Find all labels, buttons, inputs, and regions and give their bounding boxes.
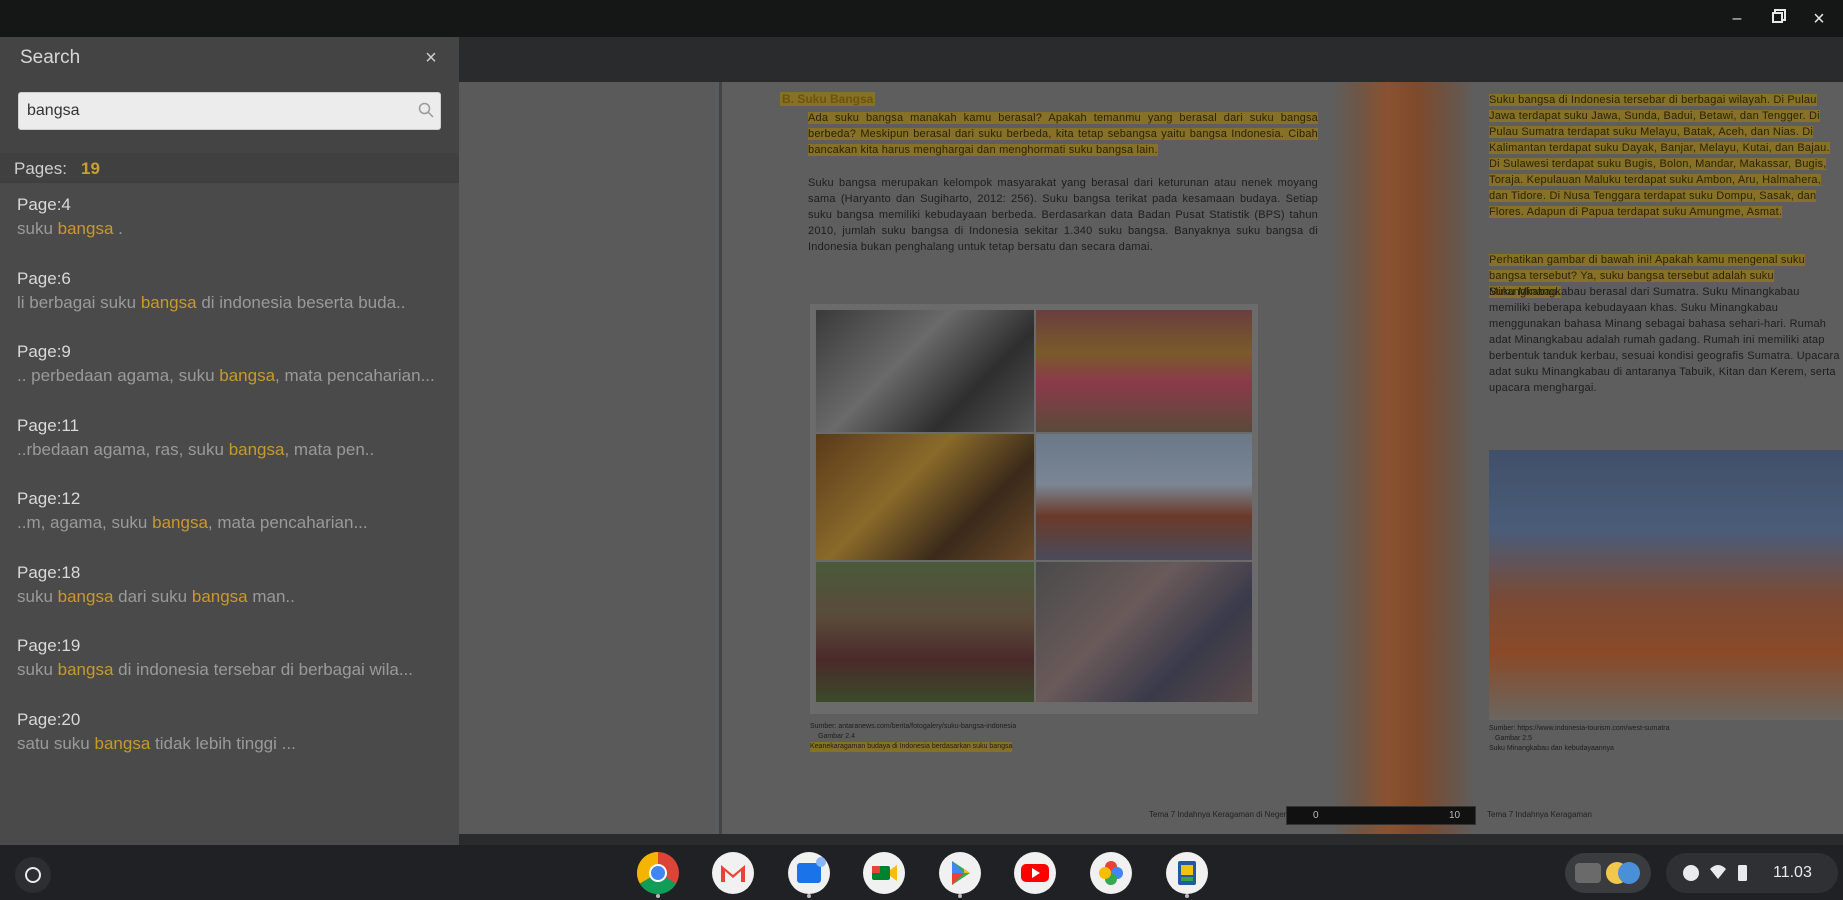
gmail-icon[interactable]	[711, 851, 755, 895]
result-page: Page:4	[17, 195, 71, 214]
play-store-icon[interactable]	[938, 851, 982, 895]
screen: – × B. Suku Bangsa Ada suku bangsa manak…	[0, 0, 1843, 900]
result-page: Page:20	[17, 709, 81, 729]
pager-end: 10	[1449, 810, 1461, 821]
search-box[interactable]	[18, 92, 441, 130]
results-count: 19	[81, 159, 100, 178]
result-page: Page:9	[17, 342, 71, 361]
search-title: Search	[20, 47, 81, 68]
running-indicator	[958, 894, 962, 898]
restore-icon[interactable]	[1768, 8, 1790, 30]
section-heading: B. Suku Bangsa	[780, 92, 876, 106]
files-icon[interactable]	[787, 851, 831, 895]
photo-women	[816, 434, 1034, 560]
clock: 11.03	[1773, 864, 1812, 881]
result-snippet: suku bangsa .	[17, 219, 123, 238]
caption-text: Suku Minangkabau dan kebudayaannya	[1489, 745, 1614, 752]
photo-crowd	[816, 310, 1034, 432]
window-titlebar: – ×	[0, 0, 1843, 37]
paragraph: Suku bangsa merupakan kelompok masyaraka…	[808, 177, 1318, 253]
book-page-left: B. Suku Bangsa Ada suku bangsa manakah k…	[719, 82, 1334, 834]
caption-text: Keanekaragaman budaya di Indonesia berda…	[810, 742, 1013, 752]
result-page: Page:12	[17, 489, 81, 508]
search-result[interactable]: Page:9 .. perbedaan agama, suku bangsa, …	[0, 338, 459, 412]
result-snippet: suku bangsa di indonesia tersebar di ber…	[17, 660, 413, 679]
page-slider[interactable]: 0 10	[1286, 806, 1476, 825]
results-count-bar: Pages: 19	[0, 153, 459, 183]
page-footer: Tema 7 Indahnya Keragaman di Negeriku 0 …	[459, 806, 1843, 826]
running-indicator	[656, 894, 660, 898]
running-indicator	[807, 894, 811, 898]
result-page: Page:19	[17, 636, 81, 655]
search-result[interactable]: Page:19 suku bangsa di indonesia terseba…	[0, 632, 459, 706]
reader-header	[459, 37, 1843, 82]
result-snippet: suku bangsa dari suku bangsa man..	[17, 586, 295, 606]
caption-source: Sumber: antaranews.com/berita/fotogalery…	[810, 723, 1017, 730]
minimize-icon[interactable]: –	[1726, 8, 1748, 30]
minangkabau-photo	[1489, 450, 1843, 720]
caption-label: Gambar 2.4	[818, 733, 855, 740]
chrome-icon[interactable]	[636, 851, 680, 895]
caption-source: Sumber: https://www.indonesia-tourism.co…	[1489, 725, 1670, 732]
youtube-icon[interactable]	[1013, 851, 1057, 895]
result-snippet: satu suku bangsa tidak lebih tinggi ...	[17, 733, 296, 753]
google-photos-icon[interactable]	[1089, 851, 1133, 895]
culture-photo-collage	[810, 304, 1258, 714]
result-snippet: li berbagai suku bangsa di indonesia bes…	[17, 292, 406, 312]
launcher-icon[interactable]	[15, 857, 51, 893]
search-result[interactable]: Page:20 satu suku bangsa tidak lebih tin…	[0, 706, 459, 780]
photo-ondel-ondel	[1036, 434, 1252, 560]
result-snippet: ..m, agama, suku bangsa, mata pencaharia…	[17, 513, 368, 532]
paragraph: Suku Minangkabau berasal dari Sumatra. S…	[1489, 286, 1840, 394]
search-header: Search ×	[0, 37, 459, 153]
search-icon[interactable]	[417, 101, 435, 119]
results-count-label: Pages:	[14, 159, 67, 178]
footer-right-text: Tema 7 Indahnya Keragaman	[1487, 810, 1592, 819]
search-result[interactable]: Page:18 suku bangsa dari suku bangsa man…	[0, 559, 459, 633]
search-result[interactable]: Page:12 ..m, agama, suku bangsa, mata pe…	[0, 485, 459, 559]
paragraph: Ada suku bangsa manakah kamu berasal? Ap…	[808, 112, 1318, 156]
photo-procession	[1036, 562, 1252, 702]
close-window-icon[interactable]: ×	[1808, 8, 1830, 30]
book-spine	[1332, 82, 1477, 834]
paragraph: Suku bangsa di Indonesia tersebar di ber…	[1489, 94, 1830, 218]
photo-dancers	[1036, 310, 1252, 432]
photo-group	[816, 562, 1034, 702]
book-page-right: Suku bangsa di Indonesia tersebar di ber…	[1473, 82, 1843, 834]
caption-label: Gambar 2.5	[1495, 735, 1532, 742]
search-results-list: Page:4 suku bangsa . Page:6 li berbagai …	[0, 191, 459, 779]
search-result[interactable]: Page:6 li berbagai suku bangsa di indone…	[0, 265, 459, 339]
holding-space-tray[interactable]	[1565, 853, 1651, 893]
result-snippet: .. perbedaan agama, suku bangsa, mata pe…	[17, 366, 435, 385]
search-input[interactable]	[27, 99, 407, 123]
book-spread[interactable]: B. Suku Bangsa Ada suku bangsa manakah k…	[459, 82, 1843, 834]
search-panel: Search × Pages: 19 Page:4 suku bangsa . …	[0, 37, 459, 845]
result-page: Page:11	[17, 415, 80, 435]
search-result[interactable]: Page:4 suku bangsa .	[0, 191, 459, 265]
pager-start: 0	[1313, 810, 1319, 821]
search-result[interactable]: Page:11 ..rbedaan agama, ras, suku bangs…	[0, 412, 459, 486]
book-reader-app-icon[interactable]	[1165, 851, 1209, 895]
result-snippet: ..rbedaan agama, ras, suku bangsa, mata …	[17, 439, 375, 459]
blank-margin	[459, 82, 715, 834]
status-tray[interactable]: 11.03	[1666, 853, 1838, 893]
result-page: Page:18	[17, 562, 81, 582]
google-meet-icon[interactable]	[862, 851, 906, 895]
running-indicator	[1185, 894, 1189, 898]
system-shelf: 11.03	[0, 845, 1843, 900]
close-icon[interactable]: ×	[419, 46, 443, 70]
result-page: Page:6	[17, 268, 71, 288]
